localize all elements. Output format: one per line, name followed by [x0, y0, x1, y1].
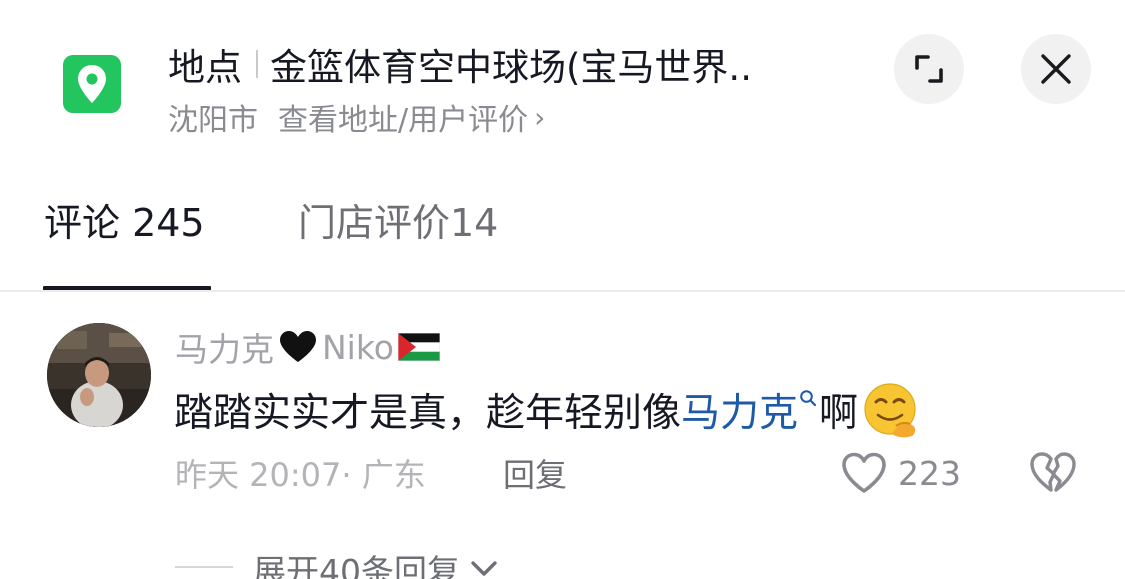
- close-icon: [1041, 54, 1071, 84]
- location-details-link[interactable]: 查看地址/用户评价: [278, 95, 528, 139]
- title-divider: [256, 50, 258, 78]
- broken-heart-icon: [1030, 452, 1076, 492]
- tab-comments[interactable]: 评论 245: [44, 192, 205, 246]
- username-suffix: Niko: [322, 327, 394, 367]
- palestine-flag-icon: [397, 333, 440, 361]
- expand-button[interactable]: [894, 34, 964, 104]
- like-button[interactable]: 223: [840, 448, 961, 498]
- comment-text-end: 啊: [819, 391, 859, 436]
- username-text: 马力克: [175, 330, 274, 369]
- chevron-right-icon: ›: [534, 100, 546, 134]
- black-heart-icon: [278, 330, 318, 364]
- expand-icon: [915, 55, 943, 83]
- search-icon[interactable]: [799, 389, 817, 407]
- location-city: 沈阳市: [168, 103, 258, 138]
- comment-username[interactable]: 马力克 Niko: [175, 322, 440, 372]
- expand-replies-button[interactable]: 展开40条回复: [253, 544, 498, 579]
- like-count: 223: [898, 453, 961, 493]
- tab-bar: 评论 245 门店评价14: [0, 176, 1125, 292]
- tab-divider: [0, 290, 1125, 292]
- avatar[interactable]: [47, 323, 151, 427]
- mention-link[interactable]: 马力克: [681, 382, 798, 438]
- comment-text-start: 踏踏实实才是真，趁年轻别像: [174, 391, 682, 436]
- location-name: 金篮体育空中球场(宝马世界..: [270, 46, 752, 89]
- chevron-down-icon: [470, 560, 498, 578]
- location-title[interactable]: 地点 金篮体育空中球场(宝马世界..: [168, 38, 868, 90]
- location-subtitle[interactable]: 沈阳市 查看地址/用户评价 ›: [168, 95, 545, 139]
- tab-store-reviews[interactable]: 门店评价14: [298, 192, 498, 246]
- location-pin-icon[interactable]: [63, 55, 121, 113]
- expand-replies-line: [175, 566, 233, 568]
- shushing-face-emoji-icon: [862, 382, 920, 438]
- expand-replies-label: 展开40条回复: [253, 552, 460, 579]
- comments-panel: 地点 金篮体育空中球场(宝马世界.. 沈阳市 查看地址/用户评价 › 评论 24…: [0, 0, 1125, 579]
- heart-outline-icon: [842, 452, 886, 493]
- reply-button[interactable]: 回复: [503, 448, 567, 498]
- location-label: 地点: [168, 46, 242, 89]
- comment-text: 踏踏实实才是真，趁年轻别像 马力克 啊: [174, 380, 920, 440]
- close-button[interactable]: [1021, 34, 1091, 104]
- dislike-button[interactable]: [1029, 450, 1077, 496]
- comment-meta: 昨天 20:07· 广东: [175, 456, 426, 494]
